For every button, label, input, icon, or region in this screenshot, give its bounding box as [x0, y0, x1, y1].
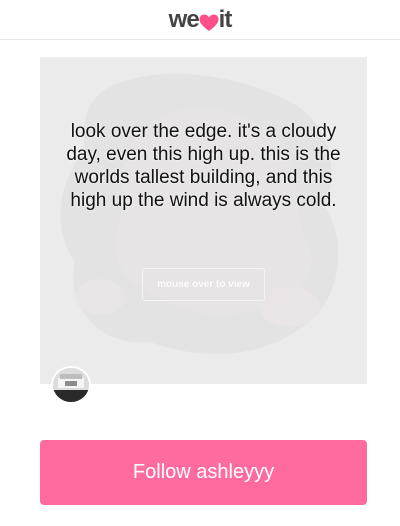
logo-prefix: we	[168, 5, 200, 33]
post-image-card[interactable]: look over the edge. it's a cloudy day, e…	[40, 57, 367, 384]
watercolor-background-image	[60, 73, 339, 354]
weheartit-logo[interactable]: we it	[168, 5, 233, 34]
top-header: we it	[0, 0, 400, 40]
mouse-over-to-view-button[interactable]: mouse over to view	[142, 268, 265, 301]
post-quote-text: look over the edge. it's a cloudy day, e…	[66, 121, 341, 211]
avatar-photo-image	[53, 368, 89, 402]
logo-suffix: it	[218, 5, 233, 33]
heart-icon	[199, 11, 219, 31]
follow-user-button[interactable]: Follow ashleyyy	[40, 440, 367, 505]
user-avatar[interactable]	[51, 366, 91, 404]
